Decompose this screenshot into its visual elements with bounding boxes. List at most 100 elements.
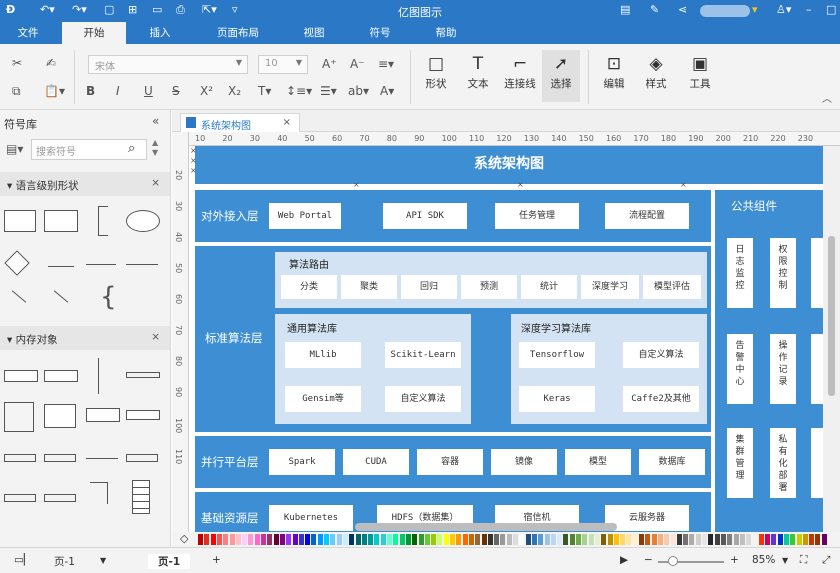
color-swatch[interactable] xyxy=(431,534,437,545)
color-swatch[interactable] xyxy=(229,534,235,545)
color-swatch[interactable] xyxy=(519,534,525,545)
item-box[interactable]: Spark xyxy=(269,449,335,475)
paste-icon[interactable]: 📋▾ xyxy=(44,84,65,98)
color-swatch[interactable] xyxy=(708,534,714,545)
tools-button[interactable]: ▣ 工具 xyxy=(684,52,716,91)
color-swatch[interactable] xyxy=(563,534,569,545)
color-swatch[interactable] xyxy=(204,534,210,545)
item-box[interactable]: Web Portal xyxy=(269,203,341,229)
library-menu-icon[interactable]: ▤▾ xyxy=(6,142,23,156)
selection-handle[interactable]: × xyxy=(353,180,360,189)
strikethrough-icon[interactable]: S xyxy=(172,84,180,98)
tab-view[interactable]: 视图 xyxy=(290,22,338,44)
item-box[interactable]: 任务管理 xyxy=(495,203,579,229)
common-components-panel[interactable]: 公共组件 日志监控 权限控制 告警中心 操作记录 集群管理 私有化部署 xyxy=(715,190,823,533)
section-language-shapes[interactable]: ▾ 语言级别形状 × xyxy=(0,172,170,196)
color-swatch[interactable] xyxy=(809,534,815,545)
shape-rectangle-2[interactable] xyxy=(44,210,78,232)
text-button[interactable]: T 文本 xyxy=(462,52,494,91)
color-swatch[interactable] xyxy=(267,534,273,545)
section-memory-objects[interactable]: ▾ 内存对象 × xyxy=(0,326,170,350)
color-swatch[interactable] xyxy=(582,534,588,545)
shape-list-node[interactable] xyxy=(4,494,36,502)
format-painter-icon[interactable]: ✍ xyxy=(46,56,56,70)
color-swatch[interactable] xyxy=(714,534,720,545)
shape-block-2[interactable] xyxy=(126,410,160,420)
color-swatch[interactable] xyxy=(670,534,676,545)
chevron-down-icon[interactable]: ▼ xyxy=(782,556,788,565)
color-swatch[interactable] xyxy=(494,534,500,545)
color-swatch[interactable] xyxy=(746,534,752,545)
color-swatch[interactable] xyxy=(815,534,821,545)
item-box[interactable]: 权限控制 xyxy=(770,238,796,308)
underline-icon[interactable]: U xyxy=(144,84,153,98)
color-swatch[interactable] xyxy=(292,534,298,545)
shape-node-2[interactable] xyxy=(44,454,76,462)
item-box[interactable] xyxy=(811,428,823,498)
play-icon[interactable]: ▶ xyxy=(620,554,628,566)
item-box[interactable]: Gensim等 xyxy=(285,386,361,412)
color-swatch[interactable] xyxy=(437,534,443,545)
tab-system-architecture[interactable]: 系统架构图 × xyxy=(180,113,300,132)
style-button[interactable]: ◈ 样式 xyxy=(640,52,672,91)
item-box[interactable]: 预测 xyxy=(461,275,517,299)
shape-node[interactable] xyxy=(4,454,36,462)
color-swatch[interactable] xyxy=(538,534,544,545)
zoom-out-icon[interactable]: − xyxy=(644,554,653,566)
color-swatch[interactable] xyxy=(752,534,758,545)
color-swatch[interactable] xyxy=(279,534,285,545)
scroll-thumb[interactable] xyxy=(828,236,835,396)
add-page-button[interactable]: + xyxy=(212,554,221,566)
color-swatch[interactable] xyxy=(531,534,537,545)
shape-link[interactable] xyxy=(86,458,118,459)
copy-icon[interactable]: ⧉ xyxy=(12,84,21,99)
vip-icon[interactable]: ▾ xyxy=(752,3,758,16)
color-swatch[interactable] xyxy=(424,534,430,545)
color-swatch[interactable] xyxy=(468,534,474,545)
fullscreen-icon[interactable]: ⤢ xyxy=(822,554,830,567)
shape-cube[interactable] xyxy=(4,402,34,432)
close-icon[interactable]: × xyxy=(151,331,160,343)
tab-symbol[interactable]: 符号 xyxy=(356,22,404,44)
shape-arrow-line-2[interactable] xyxy=(126,264,158,265)
shape-descriptor[interactable] xyxy=(126,372,160,378)
color-swatch[interactable] xyxy=(317,534,323,545)
item-box[interactable]: 统计 xyxy=(521,275,577,299)
font-color-icon[interactable]: A▾ xyxy=(380,84,394,98)
item-box[interactable]: 模型 xyxy=(565,449,631,475)
maximize-icon[interactable]: □ xyxy=(826,3,836,16)
item-box[interactable]: 深度学习 xyxy=(581,275,639,299)
shape-node-3[interactable] xyxy=(126,454,158,462)
color-swatch[interactable] xyxy=(720,534,726,545)
color-swatch[interactable] xyxy=(349,534,355,545)
horizontal-scrollbar[interactable] xyxy=(189,522,823,532)
minimize-icon[interactable]: – xyxy=(806,3,812,16)
tab-page-layout[interactable]: 页面布局 xyxy=(206,22,270,44)
chevron-down-icon[interactable]: ▼ xyxy=(100,556,106,565)
shape-ellipse[interactable] xyxy=(126,210,160,232)
color-swatch[interactable] xyxy=(569,534,575,545)
selection-handle[interactable]: × xyxy=(517,180,524,189)
color-swatch[interactable] xyxy=(368,534,374,545)
item-box[interactable]: Scikit-Learn xyxy=(385,342,461,368)
color-swatch[interactable] xyxy=(645,534,651,545)
shape-diagonal-line[interactable] xyxy=(11,290,27,303)
color-swatch[interactable] xyxy=(607,534,613,545)
page-tab[interactable]: 页-1 xyxy=(148,554,191,569)
shape-list-node-2[interactable] xyxy=(44,494,76,502)
selection-handle[interactable]: × xyxy=(680,180,687,189)
color-swatch[interactable] xyxy=(550,534,556,545)
page-selector[interactable]: 页-1 xyxy=(54,554,75,569)
color-swatch[interactable] xyxy=(443,534,449,545)
list-icon[interactable]: ☰▾ xyxy=(320,84,337,98)
cut-icon[interactable]: ✂ xyxy=(12,56,22,70)
shape-memory-cell[interactable] xyxy=(4,370,38,382)
item-box[interactable]: 自定义算法 xyxy=(623,342,699,368)
font-name-select[interactable]: 宋体 ▼ xyxy=(88,55,248,74)
color-swatch[interactable] xyxy=(216,534,222,545)
italic-icon[interactable]: I xyxy=(116,84,120,98)
color-swatch[interactable] xyxy=(273,534,279,545)
item-box[interactable]: 自定义算法 xyxy=(385,386,461,412)
color-swatch[interactable] xyxy=(456,534,462,545)
zoom-level[interactable]: 85% xyxy=(752,554,775,566)
